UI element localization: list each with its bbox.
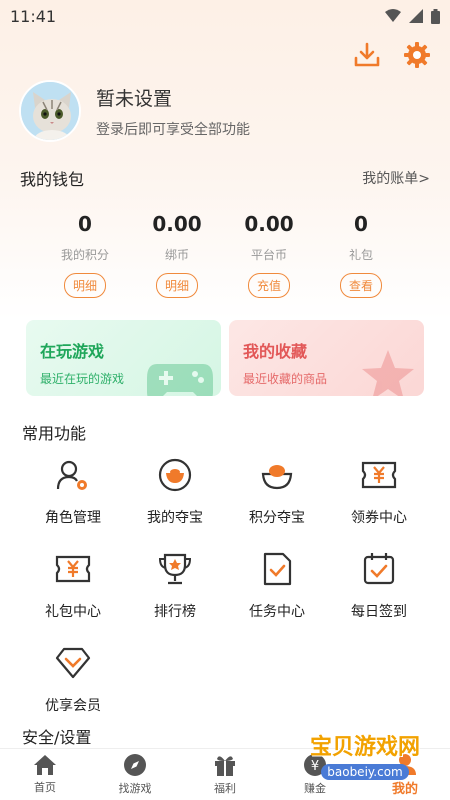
tab-label: 首页 (34, 781, 56, 794)
function-label: 角色管理 (45, 510, 101, 526)
role-management-item[interactable]: 角色管理 (22, 455, 124, 527)
wallet-header: 我的钱包 我的账单> (20, 166, 430, 190)
role-icon (56, 460, 87, 490)
recharge-button[interactable]: 充值 (247, 273, 290, 298)
wallet-label: 绑币 (164, 248, 189, 262)
avatar[interactable] (19, 80, 81, 142)
bound-coin-detail-button[interactable]: 明细 (155, 273, 198, 298)
wallet-label: 礼包 (348, 248, 373, 262)
security-settings-title: 安全/设置 (22, 728, 92, 747)
coin-icon: ¥ (304, 754, 326, 776)
task-center-item[interactable]: 任务中心 (226, 549, 328, 621)
gear-icon (404, 42, 430, 68)
system-icons (385, 8, 440, 24)
status-time: 11:41 (10, 6, 57, 26)
wallet-stats: 0 我的积分 明细 0.00 绑币 明细 0.00 平台币 充值 0 礼包 查看 (40, 212, 406, 298)
my-bill-link[interactable]: 我的账单> (362, 168, 430, 188)
tab-label: 福利 (214, 782, 236, 795)
wallet-gift: 0 礼包 查看 (316, 212, 406, 298)
common-functions-title: 常用功能 (22, 424, 87, 443)
wallet-label: 我的积分 (60, 248, 109, 262)
wallet-platform-coin: 0.00 平台币 充值 (224, 212, 314, 298)
coupon-icon (361, 461, 397, 489)
function-label: 排行榜 (154, 604, 196, 620)
tab-label: 我的 (391, 781, 418, 797)
treasure-icon (158, 458, 192, 492)
function-label: 礼包中心 (45, 604, 101, 620)
tab-label: 找游戏 (118, 782, 152, 795)
svg-text:¥: ¥ (311, 759, 319, 774)
download-button[interactable] (352, 40, 382, 70)
compass-icon (124, 754, 146, 776)
tab-earn[interactable]: ¥ 赚金 (270, 749, 360, 800)
daily-checkin-item[interactable]: 每日签到 (328, 549, 430, 621)
star-icon (362, 350, 414, 396)
profile-subtitle: 登录后即可享受全部功能 (96, 121, 250, 138)
my-treasure-item[interactable]: 我的夺宝 (124, 455, 226, 527)
tab-home[interactable]: 首页 (0, 749, 90, 800)
points-treasure-item[interactable]: 积分夺宝 (226, 455, 328, 527)
wallet-label: 平台币 (250, 248, 287, 262)
settings-button[interactable] (402, 40, 432, 70)
task-icon (263, 552, 292, 586)
cat-avatar-icon (21, 82, 79, 140)
bottom-tab-bar: 首页 找游戏 福利 ¥ 赚金 我的 (0, 748, 450, 800)
function-label: 每日签到 (351, 604, 407, 620)
gift-center-item[interactable]: 礼包中心 (22, 549, 124, 621)
vip-member-item[interactable]: 优享会员 (22, 643, 124, 715)
gift-view-button[interactable]: 查看 (339, 273, 382, 298)
tab-welfare[interactable]: 福利 (180, 749, 270, 800)
wallet-bound-coin: 0.00 绑币 明细 (132, 212, 222, 298)
coupon-center-item[interactable]: 领券中心 (328, 455, 430, 527)
points-detail-button[interactable]: 明细 (63, 273, 106, 298)
signal-icon (409, 9, 423, 23)
gamepad-icon (147, 364, 213, 396)
profile-header[interactable]: 暂未设置 登录后即可享受全部功能 (19, 80, 250, 142)
battery-icon (431, 8, 440, 24)
function-label: 我的夺宝 (147, 510, 203, 526)
user-icon (394, 753, 416, 775)
wallet-title: 我的钱包 (20, 170, 85, 189)
wallet-points: 0 我的积分 明细 (40, 212, 130, 298)
download-icon (354, 42, 380, 67)
wallet-value: 0 (354, 212, 368, 236)
status-bar: 11:41 (0, 0, 450, 32)
function-label: 积分夺宝 (249, 510, 305, 526)
calendar-check-icon (363, 553, 395, 585)
common-functions-grid: 角色管理 我的夺宝 积分夺宝 领券中心 礼包中心 排行榜 任务中心 每日签到 优… (22, 455, 432, 715)
diamond-icon (55, 647, 91, 679)
trophy-icon (158, 553, 192, 585)
points-treasure-icon (261, 465, 293, 490)
gift-icon (215, 756, 235, 776)
gift-ticket-icon (55, 555, 91, 583)
tab-find-games[interactable]: 找游戏 (90, 749, 180, 800)
leaderboard-item[interactable]: 排行榜 (124, 549, 226, 621)
function-label: 优享会员 (45, 698, 101, 714)
wifi-icon (385, 9, 401, 22)
wallet-value: 0 (78, 212, 92, 236)
favorites-card[interactable]: 我的收藏 最近收藏的商品 (229, 320, 424, 396)
function-label: 任务中心 (249, 604, 305, 620)
wallet-value: 0.00 (152, 212, 202, 236)
function-label: 领券中心 (351, 510, 407, 526)
profile-name[interactable]: 暂未设置 (96, 84, 250, 111)
home-icon (34, 755, 56, 775)
tab-mine[interactable]: 我的 (360, 749, 450, 800)
wallet-value: 0.00 (244, 212, 294, 236)
playing-games-card[interactable]: 在玩游戏 最近在玩的游戏 (26, 320, 221, 396)
tab-label: 赚金 (304, 782, 326, 795)
